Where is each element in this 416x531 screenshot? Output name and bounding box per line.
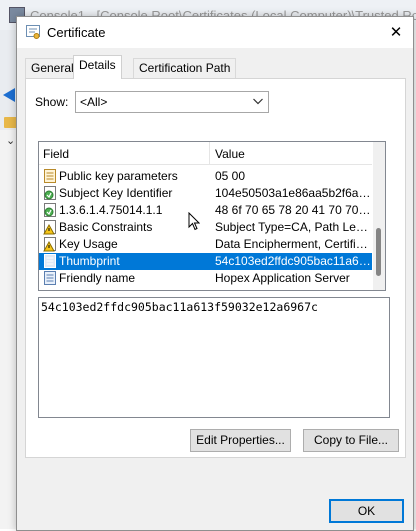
row-field: Public key parameters (59, 169, 178, 183)
copy-to-file-button[interactable]: Copy to File... (303, 429, 399, 452)
dialog-title: Certificate (47, 25, 106, 40)
list-row-selected[interactable]: Thumbprint 54c103ed2ffdc905bac11a613f... (39, 253, 372, 270)
certificate-icon (26, 25, 40, 39)
dialog-titlebar: Certificate ✕ (17, 17, 413, 48)
details-panel: Show: <All> Field Value Public key param… (25, 78, 406, 458)
column-header-field[interactable]: Field (43, 147, 69, 161)
field-value-box[interactable]: 54c103ed2ffdc905bac11a613f59032e12a6967c (38, 297, 390, 418)
list-row[interactable]: Basic Constraints Subject Type=CA, Path … (39, 219, 372, 236)
tab-general[interactable]: General (25, 58, 80, 78)
column-divider[interactable] (209, 142, 210, 164)
tab-details[interactable]: Details (73, 55, 122, 79)
row-field: Friendly name (59, 271, 136, 285)
tab-certification-path[interactable]: Certification Path (133, 58, 237, 78)
scrollbar-thumb[interactable] (376, 228, 381, 276)
ext-icon (44, 203, 56, 217)
tab-strip: General Details Certification Path (25, 55, 405, 79)
chevron-down-icon (253, 98, 263, 105)
list-row[interactable]: 1.3.6.1.4.75014.1.1 48 6f 70 65 78 20 41… (39, 202, 372, 219)
list-row[interactable]: Key Usage Data Encipherment, Certificat.… (39, 236, 372, 253)
critical-ext-icon (43, 220, 56, 235)
row-value: 48 6f 70 65 78 20 41 70 70 6c ... (215, 203, 372, 217)
fields-list[interactable]: Field Value Public key parameters 05 00 (38, 141, 386, 291)
ok-button[interactable]: OK (329, 499, 404, 523)
row-value: Data Encipherment, Certificat... (215, 237, 372, 251)
row-value: Hopex Application Server (215, 271, 350, 285)
close-button[interactable]: ✕ (379, 17, 413, 48)
show-dropdown[interactable]: <All> (75, 91, 269, 113)
row-field: Basic Constraints (59, 220, 153, 234)
chevron-down-icon[interactable]: ⌄ (6, 134, 15, 147)
list-row[interactable]: Subject Key Identifier 104e50503a1e86aa5… (39, 185, 372, 202)
ext-icon (44, 186, 56, 200)
critical-ext-icon (43, 237, 56, 252)
doc-icon (44, 271, 56, 285)
row-field: 1.3.6.1.4.75014.1.1 (59, 203, 163, 217)
certificate-dialog: Certificate ✕ General Details Certificat… (16, 16, 414, 531)
show-label: Show: (35, 95, 69, 109)
list-rows: Public key parameters 05 00 Subject Key … (39, 168, 372, 287)
row-field: Thumbprint (59, 254, 120, 268)
list-row[interactable]: Public key parameters 05 00 (39, 168, 372, 185)
field-value-text: 54c103ed2ffdc905bac11a613f59032e12a6967c (41, 300, 318, 314)
list-row[interactable]: Friendly name Hopex Application Server (39, 270, 372, 287)
list-scrollbar[interactable] (373, 142, 385, 290)
show-selected-value: <All> (80, 95, 108, 109)
row-field: Subject Key Identifier (59, 186, 173, 200)
doc-icon (44, 169, 56, 183)
row-value: 104e50503a1e86aa5b2f6a6c9... (215, 186, 372, 200)
row-value: 54c103ed2ffdc905bac11a613f... (215, 254, 372, 268)
row-value: 05 00 (215, 169, 246, 183)
column-header-value[interactable]: Value (215, 147, 245, 161)
row-field: Key Usage (59, 237, 118, 251)
row-value: Subject Type=CA, Path Lengt... (215, 220, 372, 234)
mouse-cursor-icon (188, 212, 200, 231)
edit-properties-button[interactable]: Edit Properties... (190, 429, 291, 452)
list-header: Field Value (39, 142, 372, 165)
back-arrow-icon[interactable] (3, 88, 15, 102)
doc-icon (44, 254, 56, 268)
